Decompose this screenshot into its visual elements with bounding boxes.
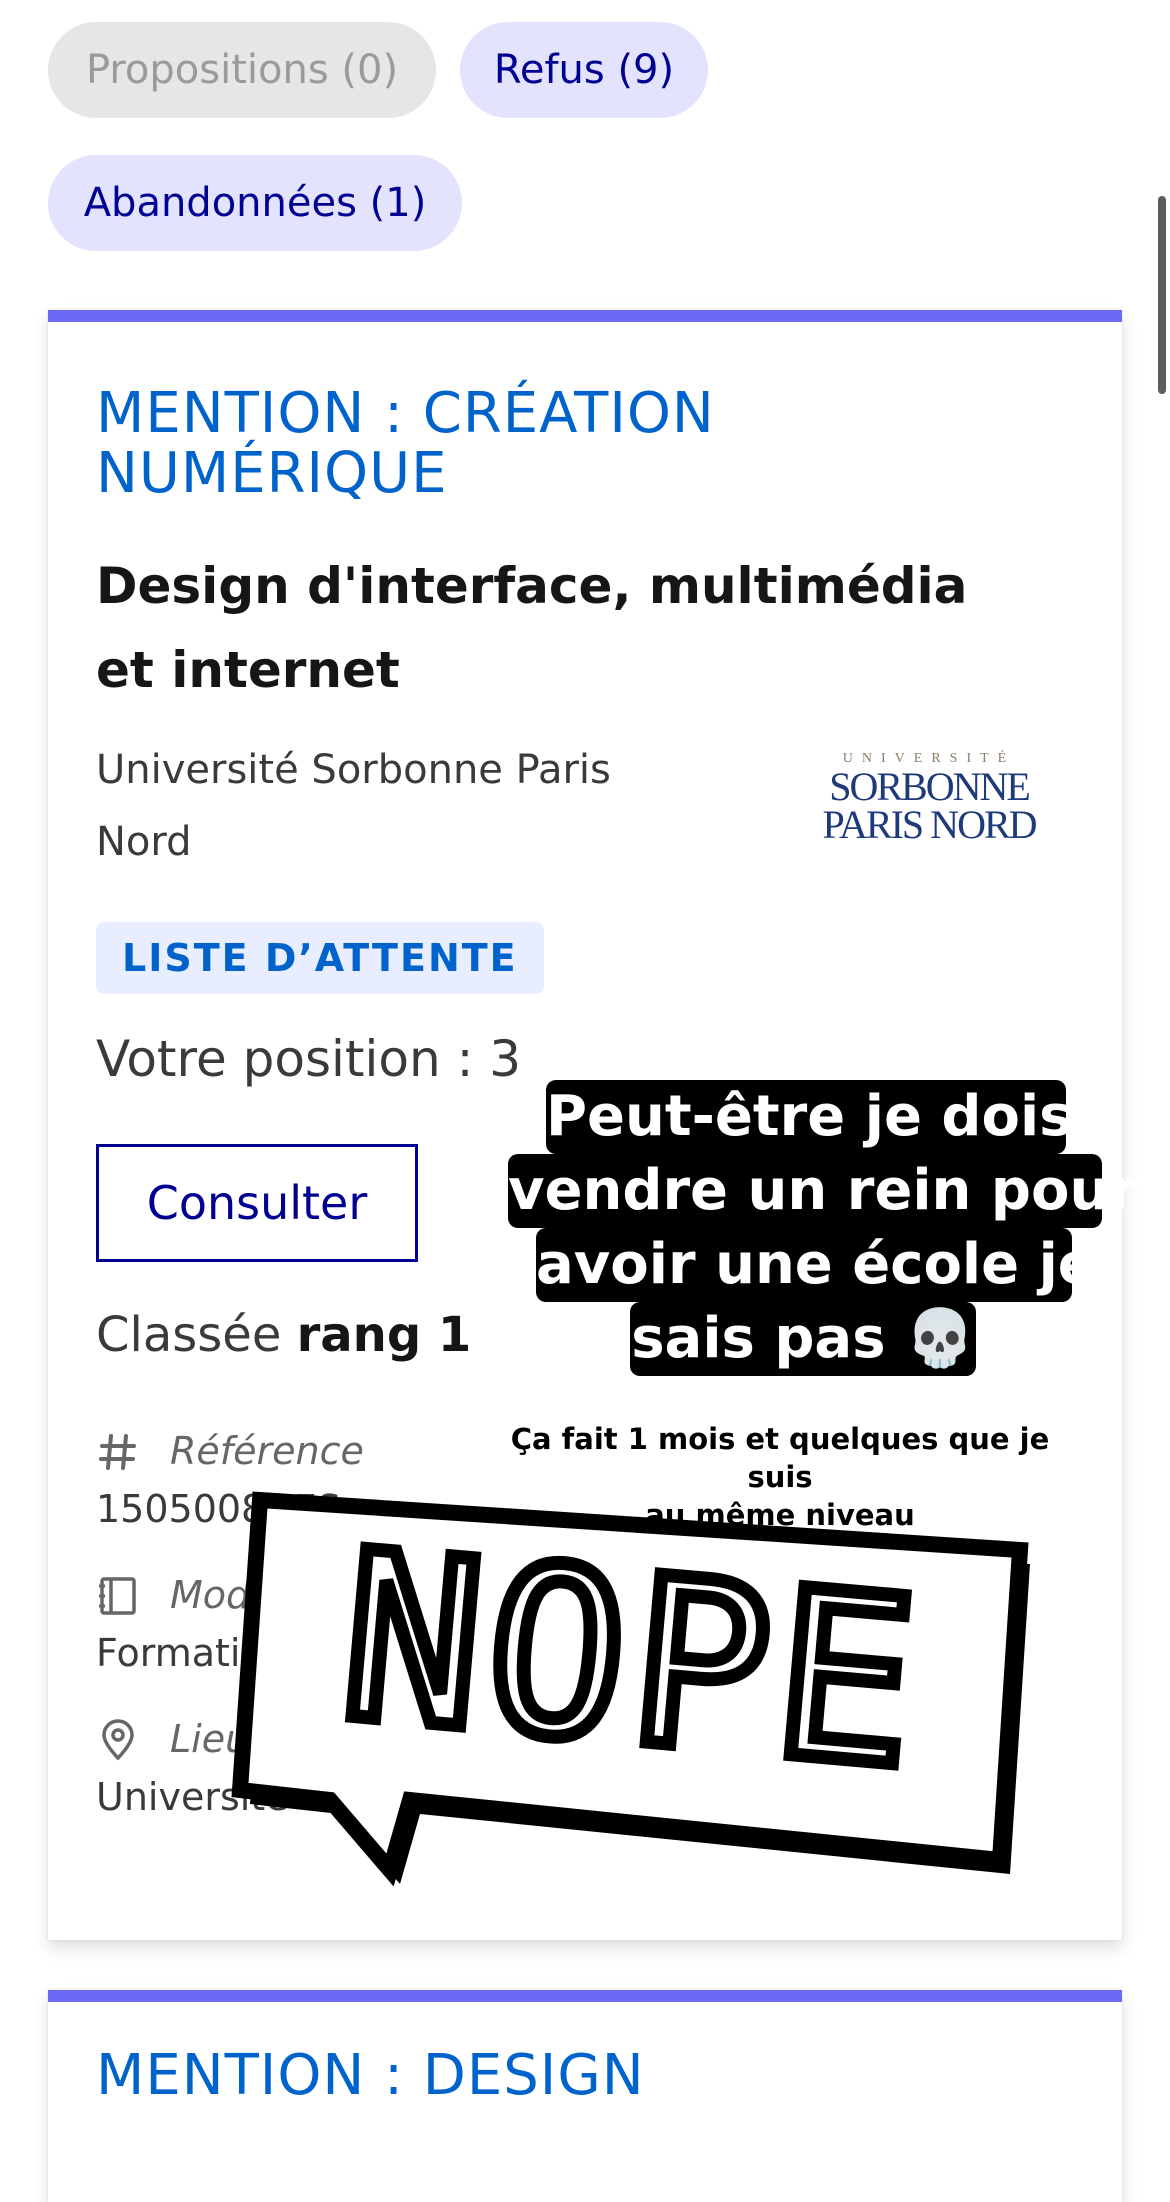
rank-prefix: Classée (96, 1307, 282, 1363)
reference-value: 1505008UES (96, 1487, 342, 1531)
mention-line-2: NUMÉRIQUE (96, 441, 448, 506)
location-label: Lieu (170, 1717, 250, 1761)
svg-text:PARIS NORD: PARIS NORD (822, 802, 1036, 846)
filter-propositions[interactable]: Propositions (0) (48, 22, 436, 118)
university-logo: UNIVERSITÉ SORBONNE PARIS NORD (822, 749, 1038, 846)
rank-value: rang 1 (296, 1307, 472, 1363)
map-pin-icon (102, 1719, 134, 1761)
application-card: MENTION : CRÉATION NUMÉRIQUE Design d'in… (48, 310, 1122, 1940)
filter-refus[interactable]: Refus (9) (460, 22, 708, 118)
status-badge: LISTE D’ATTENTE (96, 922, 544, 994)
university-name: Université Sorbonne Paris Nord (96, 747, 611, 865)
waitlist-position: Votre position : 3 (96, 1030, 522, 1088)
reference-label: Référence (170, 1429, 364, 1473)
consult-button[interactable]: Consulter (96, 1144, 418, 1262)
formation-title: Design d'interface, multimédia et intern… (96, 557, 968, 699)
next-mention: MENTION : DESIGN (96, 2043, 645, 2108)
next-application-card: MENTION : DESIGN (48, 1990, 1122, 2202)
scrollbar[interactable] (1158, 196, 1166, 394)
modality-label: Mod (170, 1573, 251, 1617)
book-icon (99, 1577, 136, 1615)
location-value: Universite Sorb (96, 1775, 388, 1819)
mention-line-1: MENTION : CRÉATION (96, 381, 715, 446)
filter-abandonnees[interactable]: Abandonnées (1) (48, 155, 462, 251)
rank-text: Classée rang 1 (96, 1302, 471, 1368)
modality-value: Formati (96, 1631, 241, 1675)
hash-icon (99, 1434, 136, 1470)
